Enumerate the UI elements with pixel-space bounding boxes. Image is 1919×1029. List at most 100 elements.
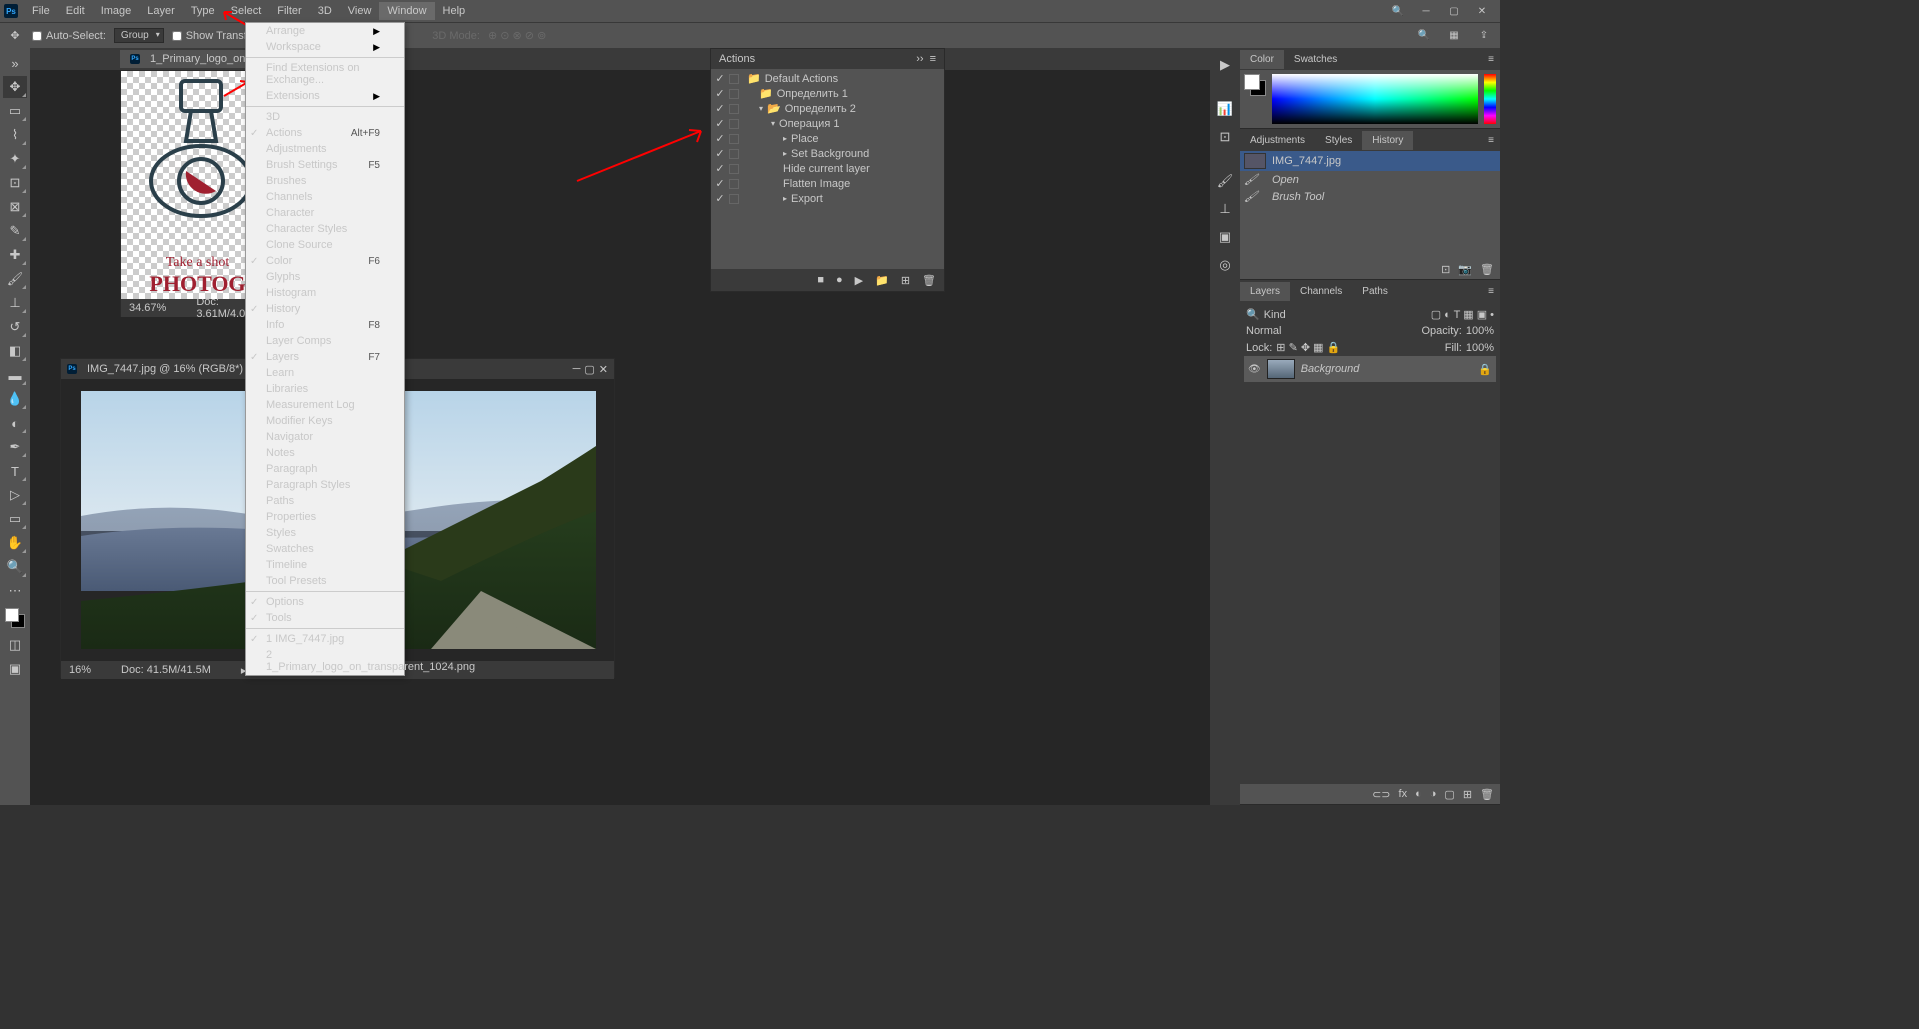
- tab-color[interactable]: Color: [1240, 50, 1284, 69]
- fx-icon[interactable]: fx: [1399, 788, 1408, 800]
- menu-item-modifier-keys[interactable]: Modifier Keys: [246, 413, 404, 429]
- menu-item-tools[interactable]: ✓Tools: [246, 610, 404, 626]
- menu-filter[interactable]: Filter: [269, 2, 309, 20]
- menu-item-2-1-primary-logo-on-transparent-1024-png[interactable]: 2 1_Primary_logo_on_transparent_1024.png: [246, 647, 404, 675]
- color-swatches[interactable]: [5, 608, 25, 628]
- menu-item-extensions[interactable]: Extensions▶: [246, 88, 404, 104]
- menu-item-brush-settings[interactable]: Brush SettingsF5: [246, 157, 404, 173]
- histogram-icon[interactable]: 📊: [1214, 98, 1236, 120]
- menu-help[interactable]: Help: [435, 2, 474, 20]
- frame-tool[interactable]: ⊠: [3, 196, 27, 218]
- menu-item-options[interactable]: ✓Options: [246, 594, 404, 610]
- tab-adjustments[interactable]: Adjustments: [1240, 131, 1315, 150]
- menu-item-swatches[interactable]: Swatches: [246, 541, 404, 557]
- stamp-tool[interactable]: ⊥: [3, 292, 27, 314]
- menu-item-properties[interactable]: Properties: [246, 509, 404, 525]
- eraser-tool[interactable]: ◧: [3, 340, 27, 362]
- opacity-field[interactable]: 100%: [1466, 325, 1494, 337]
- more-tools[interactable]: ⋯: [3, 580, 27, 602]
- menu-item-glyphs[interactable]: Glyphs: [246, 269, 404, 285]
- color-field[interactable]: [1272, 74, 1478, 124]
- new-layer-icon[interactable]: ⊞: [1463, 788, 1472, 801]
- layer-filter-kind[interactable]: Kind: [1264, 309, 1286, 321]
- healing-tool[interactable]: ✚: [3, 244, 27, 266]
- gradient-tool[interactable]: ▬: [3, 364, 27, 386]
- menu-edit[interactable]: Edit: [58, 2, 93, 20]
- quick-mask-icon[interactable]: ◫: [3, 634, 27, 656]
- share-icon[interactable]: ⇪: [1474, 29, 1494, 43]
- eyedropper-tool[interactable]: ✎: [3, 220, 27, 242]
- action-row[interactable]: ✓▾Операция 1: [711, 116, 944, 131]
- properties-icon[interactable]: ▣: [1214, 226, 1236, 248]
- minimize-icon[interactable]: ─: [1416, 4, 1436, 18]
- zoom-tool[interactable]: 🔍: [3, 556, 27, 578]
- tab-swatches[interactable]: Swatches: [1284, 50, 1347, 69]
- hand-tool[interactable]: ✋: [3, 532, 27, 554]
- menu-3d[interactable]: 3D: [310, 2, 340, 20]
- menu-item-clone-source[interactable]: Clone Source: [246, 237, 404, 253]
- pen-tool[interactable]: ✒: [3, 436, 27, 458]
- menu-item-arrange[interactable]: Arrange▶: [246, 23, 404, 39]
- menu-item-color[interactable]: ✓ColorF6: [246, 253, 404, 269]
- quick-select-tool[interactable]: ✦: [3, 148, 27, 170]
- visibility-icon[interactable]: 👁: [1248, 364, 1261, 375]
- auto-select-checkbox[interactable]: Auto-Select:: [32, 30, 106, 42]
- folder-icon[interactable]: 📁: [875, 274, 889, 287]
- history-row[interactable]: 🖌Brush Tool: [1240, 188, 1500, 205]
- search-icon[interactable]: 🔍: [1388, 4, 1408, 18]
- menu-item-layer-comps[interactable]: Layer Comps: [246, 333, 404, 349]
- fill-field[interactable]: 100%: [1466, 342, 1494, 354]
- menu-item-libraries[interactable]: Libraries: [246, 381, 404, 397]
- brush-icon[interactable]: 🖌: [1214, 170, 1236, 192]
- layer-thumbnail[interactable]: [1267, 359, 1295, 379]
- navigator-icon[interactable]: ⊡: [1214, 126, 1236, 148]
- menu-item-paths[interactable]: Paths: [246, 493, 404, 509]
- action-row[interactable]: ✓▸Export: [711, 191, 944, 206]
- blur-tool[interactable]: 💧: [3, 388, 27, 410]
- clone-icon[interactable]: ⊥: [1214, 198, 1236, 220]
- menu-image[interactable]: Image: [93, 2, 140, 20]
- tab-channels[interactable]: Channels: [1290, 282, 1352, 301]
- panel-menu-icon[interactable]: ≡: [1482, 286, 1500, 297]
- history-brush-tool[interactable]: ↺: [3, 316, 27, 338]
- action-row[interactable]: ✓📁Определить 1: [711, 86, 944, 101]
- crop-tool[interactable]: ⊡: [3, 172, 27, 194]
- collapse-icon[interactable]: ››: [916, 53, 923, 65]
- menu-file[interactable]: File: [24, 2, 58, 20]
- play-icon[interactable]: ▶: [855, 274, 863, 287]
- panel-menu-icon[interactable]: ≡: [1482, 135, 1500, 146]
- menu-item-brushes[interactable]: Brushes: [246, 173, 404, 189]
- trash-icon[interactable]: 🗑: [1480, 788, 1494, 801]
- stop-icon[interactable]: ■: [817, 274, 824, 286]
- action-row[interactable]: ✓▸Place: [711, 131, 944, 146]
- shape-tool[interactable]: ▭: [3, 508, 27, 530]
- menu-item-channels[interactable]: Channels: [246, 189, 404, 205]
- search-icon[interactable]: 🔍: [1414, 29, 1434, 43]
- history-row[interactable]: 🖌Open: [1240, 171, 1500, 188]
- tab-paths[interactable]: Paths: [1352, 282, 1398, 301]
- camera-icon[interactable]: 📷: [1458, 263, 1472, 276]
- move-tool[interactable]: ✥: [3, 76, 27, 98]
- adjustment-icon[interactable]: ◑: [1430, 788, 1437, 800]
- action-row[interactable]: ✓Hide current layer: [711, 161, 944, 176]
- history-row[interactable]: IMG_7447.jpg: [1240, 151, 1500, 171]
- tab-styles[interactable]: Styles: [1315, 131, 1362, 150]
- tab-history[interactable]: History: [1362, 131, 1413, 150]
- menu-item-paragraph-styles[interactable]: Paragraph Styles: [246, 477, 404, 493]
- menu-item-layers[interactable]: ✓LayersF7: [246, 349, 404, 365]
- menu-item-learn[interactable]: Learn: [246, 365, 404, 381]
- expand-icon[interactable]: »: [3, 52, 27, 74]
- new-action-icon[interactable]: ⊞: [901, 274, 910, 287]
- type-tool[interactable]: T: [3, 460, 27, 482]
- trash-icon[interactable]: 🗑: [1480, 263, 1494, 276]
- maximize-icon[interactable]: ▢: [584, 363, 594, 376]
- menu-item-notes[interactable]: Notes: [246, 445, 404, 461]
- menu-item-adjustments[interactable]: Adjustments: [246, 141, 404, 157]
- minimize-icon[interactable]: ─: [573, 363, 581, 376]
- layer-row-background[interactable]: 👁 Background 🔒: [1244, 356, 1496, 382]
- menu-item-3d[interactable]: 3D: [246, 109, 404, 125]
- panel-menu-icon[interactable]: ≡: [1482, 54, 1500, 65]
- mask-icon[interactable]: ◐: [1415, 788, 1422, 800]
- menu-item-paragraph[interactable]: Paragraph: [246, 461, 404, 477]
- menu-item-styles[interactable]: Styles: [246, 525, 404, 541]
